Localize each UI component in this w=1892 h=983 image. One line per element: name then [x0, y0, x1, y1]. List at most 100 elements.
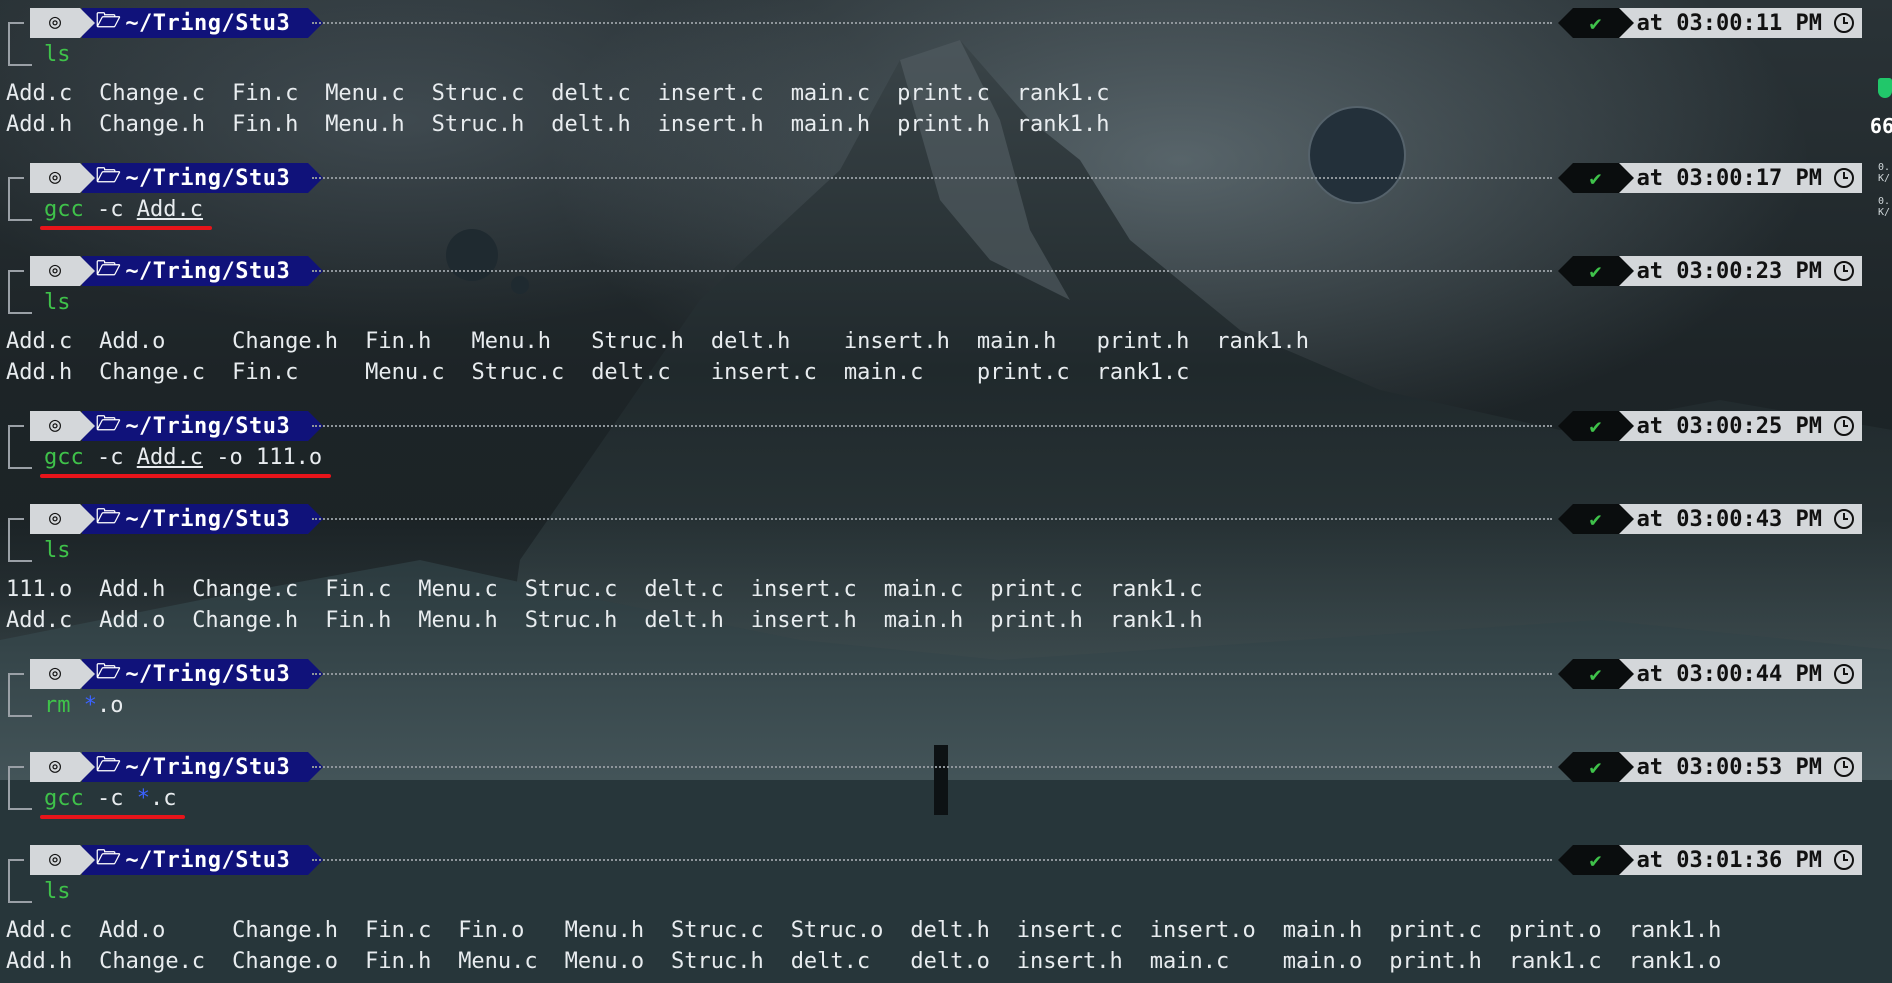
file-entry[interactable]: print.h	[1389, 946, 1482, 977]
file-entry[interactable]: print.c	[990, 574, 1083, 605]
file-entry[interactable]: Fin.h	[365, 326, 431, 357]
file-entry[interactable]: delt.c	[791, 946, 870, 977]
file-entry[interactable]: Struc.h	[591, 326, 684, 357]
file-entry[interactable]: Fin.o	[458, 915, 524, 946]
file-entry[interactable]: Change.h	[232, 915, 338, 946]
file-entry[interactable]: Add.c	[6, 78, 72, 109]
file-entry[interactable]: rank1.h	[1216, 326, 1309, 357]
file-entry[interactable]: Change.c	[99, 357, 205, 388]
file-entry[interactable]: insert.h	[1017, 946, 1123, 977]
command-input[interactable]: gcc -c Add.c	[44, 195, 203, 225]
file-entry[interactable]: insert.h	[658, 109, 764, 140]
command-input[interactable]: ls	[44, 877, 71, 907]
file-entry[interactable]: insert.h	[751, 605, 857, 636]
file-entry[interactable]: Change.h	[232, 326, 338, 357]
file-entry[interactable]: delt.h	[711, 326, 790, 357]
file-entry[interactable]: main.h	[1283, 915, 1362, 946]
file-entry[interactable]: Struc.c	[472, 357, 565, 388]
file-entry[interactable]: Menu.h	[325, 109, 404, 140]
command-input[interactable]: rm *.o	[44, 691, 124, 721]
file-entry[interactable]: main.c	[791, 78, 870, 109]
file-entry[interactable]: Struc.h	[432, 109, 525, 140]
file-entry[interactable]: rank1.h	[1629, 915, 1722, 946]
file-entry[interactable]: Fin.h	[365, 946, 431, 977]
file-entry[interactable]: rank1.c	[1097, 357, 1190, 388]
file-entry[interactable]: rank1.c	[1017, 78, 1110, 109]
file-entry[interactable]: Add.o	[99, 915, 165, 946]
file-entry[interactable]: Menu.h	[472, 326, 551, 357]
file-entry[interactable]: insert.c	[1017, 915, 1123, 946]
file-entry[interactable]: main.c	[844, 357, 923, 388]
file-entry[interactable]: Menu.o	[565, 946, 644, 977]
file-entry[interactable]: insert.c	[751, 574, 857, 605]
file-entry[interactable]: Fin.h	[325, 605, 391, 636]
file-entry[interactable]: insert.h	[844, 326, 950, 357]
file-entry[interactable]: rank1.h	[1110, 605, 1203, 636]
file-entry[interactable]: insert.c	[711, 357, 817, 388]
file-entry[interactable]: Add.c	[6, 326, 72, 357]
file-entry[interactable]: main.h	[884, 605, 963, 636]
file-entry[interactable]: insert.c	[658, 78, 764, 109]
file-entry[interactable]: Fin.c	[325, 574, 391, 605]
file-entry[interactable]: Menu.c	[325, 78, 404, 109]
terminal-window[interactable]: ⌾ 🗁 ~/Tring/Stu3 ✔ at 03:00:11 PM ls Add.c Chan…	[0, 0, 1892, 983]
file-entry[interactable]: Change.h	[192, 605, 298, 636]
command-input[interactable]: gcc -c *.c	[44, 784, 176, 814]
file-entry[interactable]: Add.h	[6, 946, 72, 977]
file-entry[interactable]: print.c	[897, 78, 990, 109]
file-entry[interactable]: Fin.c	[232, 78, 298, 109]
file-entry[interactable]: 111.o	[6, 574, 72, 605]
file-entry[interactable]: delt.c	[591, 357, 670, 388]
file-entry[interactable]: delt.h	[551, 109, 630, 140]
file-entry[interactable]: print.h	[1097, 326, 1190, 357]
file-entry[interactable]: print.h	[990, 605, 1083, 636]
file-entry[interactable]: Menu.c	[418, 574, 497, 605]
file-entry[interactable]: delt.h	[910, 915, 989, 946]
file-entry[interactable]: Fin.c	[232, 357, 298, 388]
file-entry[interactable]: print.h	[897, 109, 990, 140]
file-entry[interactable]: Fin.c	[365, 915, 431, 946]
file-entry[interactable]: rank1.o	[1629, 946, 1722, 977]
command-input[interactable]: ls	[44, 40, 71, 70]
file-entry[interactable]: rank1.c	[1110, 574, 1203, 605]
file-entry[interactable]: Menu.h	[565, 915, 644, 946]
file-entry[interactable]: Menu.c	[365, 357, 444, 388]
file-entry[interactable]: Add.c	[6, 605, 72, 636]
command-input[interactable]: ls	[44, 288, 71, 318]
file-entry[interactable]: Add.h	[6, 109, 72, 140]
file-entry[interactable]: main.c	[884, 574, 963, 605]
file-entry[interactable]: main.h	[977, 326, 1056, 357]
file-entry[interactable]: Menu.c	[458, 946, 537, 977]
file-entry[interactable]: rank1.c	[1509, 946, 1602, 977]
file-entry[interactable]: main.h	[791, 109, 870, 140]
file-entry[interactable]: print.c	[1389, 915, 1482, 946]
file-entry[interactable]: delt.c	[644, 574, 723, 605]
file-entry[interactable]: Add.c	[6, 915, 72, 946]
file-entry[interactable]: Struc.o	[791, 915, 884, 946]
file-entry[interactable]: print.c	[977, 357, 1070, 388]
file-entry[interactable]: main.c	[1150, 946, 1229, 977]
file-entry[interactable]: Struc.h	[671, 946, 764, 977]
file-entry[interactable]: Change.c	[192, 574, 298, 605]
file-entry[interactable]: Add.h	[99, 574, 165, 605]
file-entry[interactable]: delt.o	[910, 946, 989, 977]
file-entry[interactable]: Add.h	[6, 357, 72, 388]
file-entry[interactable]: Change.c	[99, 78, 205, 109]
file-entry[interactable]: main.o	[1283, 946, 1362, 977]
file-entry[interactable]: insert.o	[1150, 915, 1256, 946]
file-entry[interactable]: rank1.h	[1017, 109, 1110, 140]
file-entry[interactable]: Menu.h	[418, 605, 497, 636]
file-entry[interactable]: Change.o	[232, 946, 338, 977]
file-entry[interactable]: Struc.c	[432, 78, 525, 109]
file-entry[interactable]: Fin.h	[232, 109, 298, 140]
file-entry[interactable]: Struc.c	[525, 574, 618, 605]
file-entry[interactable]: Add.o	[99, 605, 165, 636]
file-entry[interactable]: Change.c	[99, 946, 205, 977]
command-input[interactable]: ls	[44, 536, 71, 566]
file-entry[interactable]: Struc.c	[671, 915, 764, 946]
file-entry[interactable]: print.o	[1509, 915, 1602, 946]
command-input[interactable]: gcc -c Add.c -o 111.o	[44, 443, 322, 473]
file-entry[interactable]: Add.o	[99, 326, 165, 357]
file-entry[interactable]: Change.h	[99, 109, 205, 140]
file-entry[interactable]: delt.h	[644, 605, 723, 636]
